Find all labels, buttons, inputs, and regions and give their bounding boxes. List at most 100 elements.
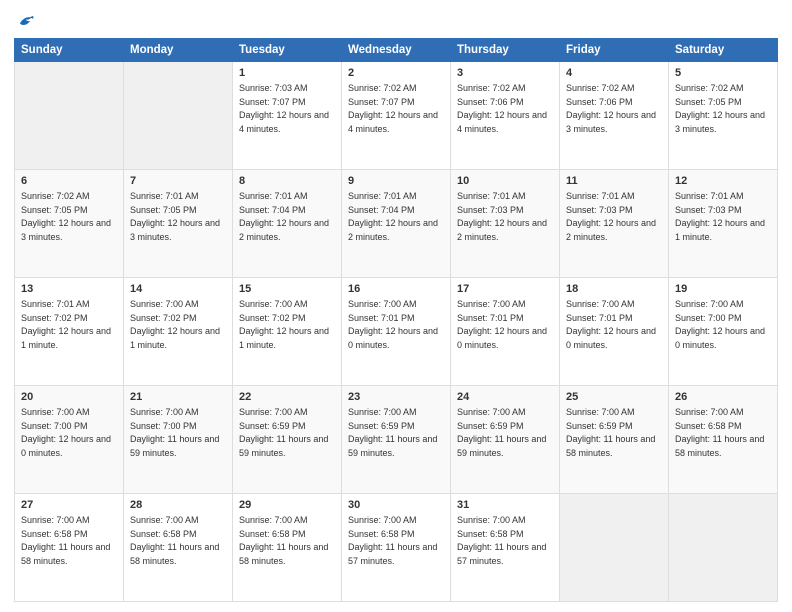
- day-info: Sunrise: 7:00 AMSunset: 6:59 PMDaylight:…: [239, 407, 328, 458]
- calendar-cell: 12 Sunrise: 7:01 AMSunset: 7:03 PMDayligh…: [669, 170, 778, 278]
- day-info: Sunrise: 7:00 AMSunset: 7:01 PMDaylight:…: [566, 299, 656, 350]
- day-number: 31: [457, 498, 553, 513]
- calendar-cell: 15Sunrise: 7:00 AMSunset: 7:02 PMDayligh…: [233, 278, 342, 386]
- calendar-cell: [560, 494, 669, 602]
- calendar-cell: 31 Sunrise: 7:00 AMSunset: 6:58 PMDayligh…: [451, 494, 560, 602]
- day-info: Sunrise: 7:00 AMSunset: 7:00 PMDaylight:…: [130, 407, 219, 458]
- day-info: Sunrise: 7:00 AMSunset: 6:59 PMDaylight:…: [348, 407, 437, 458]
- day-number: 8: [239, 174, 335, 189]
- day-info: Sunrise: 7:00 AMSunset: 7:02 PMDaylight:…: [130, 299, 220, 350]
- day-info: Sunrise: 7:01 AMSunset: 7:02 PMDaylight:…: [21, 299, 111, 350]
- header-friday: Friday: [560, 39, 669, 62]
- day-info: Sunrise: 7:01 AMSunset: 7:03 PMDaylight:…: [566, 191, 656, 242]
- day-number: 29: [239, 498, 335, 513]
- day-info: Sunrise: 7:02 AMSunset: 7:06 PMDaylight:…: [566, 83, 656, 134]
- calendar-cell: [669, 494, 778, 602]
- calendar-cell: 28 Sunrise: 7:00 AMSunset: 6:58 PMDayligh…: [124, 494, 233, 602]
- calendar-cell: 1Sunrise: 7:03 AMSunset: 7:07 PMDaylight…: [233, 62, 342, 170]
- calendar-week-row: 20 Sunrise: 7:00 AMSunset: 7:00 PMDayligh…: [15, 386, 778, 494]
- day-number: 9: [348, 174, 444, 189]
- page-header: [14, 10, 778, 32]
- day-info: Sunrise: 7:01 AMSunset: 7:04 PMDaylight:…: [239, 191, 329, 242]
- calendar-cell: 21 Sunrise: 7:00 AMSunset: 7:00 PMDayligh…: [124, 386, 233, 494]
- day-info: Sunrise: 7:00 AMSunset: 6:58 PMDaylight:…: [130, 515, 219, 566]
- day-number: 22: [239, 390, 335, 405]
- day-number: 18: [566, 282, 662, 297]
- day-number: 10: [457, 174, 553, 189]
- calendar-week-row: 1Sunrise: 7:03 AMSunset: 7:07 PMDaylight…: [15, 62, 778, 170]
- day-number: 24: [457, 390, 553, 405]
- calendar-cell: 19Sunrise: 7:00 AMSunset: 7:00 PMDayligh…: [669, 278, 778, 386]
- day-info: Sunrise: 7:01 AMSunset: 7:03 PMDaylight:…: [675, 191, 765, 242]
- calendar-cell: 13 Sunrise: 7:01 AMSunset: 7:02 PMDayligh…: [15, 278, 124, 386]
- calendar-cell: 7Sunrise: 7:01 AMSunset: 7:05 PMDaylight…: [124, 170, 233, 278]
- day-info: Sunrise: 7:02 AMSunset: 7:07 PMDaylight:…: [348, 83, 438, 134]
- day-number: 27: [21, 498, 117, 513]
- calendar-cell: [15, 62, 124, 170]
- day-info: Sunrise: 7:00 AMSunset: 6:59 PMDaylight:…: [566, 407, 655, 458]
- calendar-cell: 8 Sunrise: 7:01 AMSunset: 7:04 PMDaylight…: [233, 170, 342, 278]
- day-info: Sunrise: 7:00 AMSunset: 6:58 PMDaylight:…: [675, 407, 764, 458]
- calendar-cell: 25 Sunrise: 7:00 AMSunset: 6:59 PMDayligh…: [560, 386, 669, 494]
- day-number: 4: [566, 66, 662, 81]
- calendar-cell: 5 Sunrise: 7:02 AMSunset: 7:05 PMDaylight…: [669, 62, 778, 170]
- day-info: Sunrise: 7:02 AMSunset: 7:05 PMDaylight:…: [675, 83, 765, 134]
- calendar-cell: 24Sunrise: 7:00 AMSunset: 6:59 PMDayligh…: [451, 386, 560, 494]
- calendar-cell: 6 Sunrise: 7:02 AMSunset: 7:05 PMDaylight…: [15, 170, 124, 278]
- day-number: 5: [675, 66, 771, 81]
- day-number: 6: [21, 174, 117, 189]
- calendar-header-row: Sunday Monday Tuesday Wednesday Thursday…: [15, 39, 778, 62]
- header-monday: Monday: [124, 39, 233, 62]
- calendar-cell: 29 Sunrise: 7:00 AMSunset: 6:58 PMDayligh…: [233, 494, 342, 602]
- day-info: Sunrise: 7:01 AMSunset: 7:04 PMDaylight:…: [348, 191, 438, 242]
- calendar-cell: 23 Sunrise: 7:00 AMSunset: 6:59 PMDayligh…: [342, 386, 451, 494]
- day-info: Sunrise: 7:00 AMSunset: 6:58 PMDaylight:…: [348, 515, 437, 566]
- calendar-cell: 20 Sunrise: 7:00 AMSunset: 7:00 PMDayligh…: [15, 386, 124, 494]
- day-number: 23: [348, 390, 444, 405]
- calendar-week-row: 27 Sunrise: 7:00 AMSunset: 6:58 PMDayligh…: [15, 494, 778, 602]
- day-info: Sunrise: 7:02 AMSunset: 7:05 PMDaylight:…: [21, 191, 111, 242]
- day-info: Sunrise: 7:00 AMSunset: 6:58 PMDaylight:…: [239, 515, 328, 566]
- day-info: Sunrise: 7:00 AMSunset: 6:58 PMDaylight:…: [457, 515, 546, 566]
- day-info: Sunrise: 7:00 AMSunset: 7:00 PMDaylight:…: [21, 407, 111, 458]
- calendar-week-row: 6 Sunrise: 7:02 AMSunset: 7:05 PMDaylight…: [15, 170, 778, 278]
- day-number: 20: [21, 390, 117, 405]
- header-saturday: Saturday: [669, 39, 778, 62]
- day-number: 13: [21, 282, 117, 297]
- calendar-cell: 16 Sunrise: 7:00 AMSunset: 7:01 PMDayligh…: [342, 278, 451, 386]
- day-info: Sunrise: 7:01 AMSunset: 7:03 PMDaylight:…: [457, 191, 547, 242]
- day-number: 21: [130, 390, 226, 405]
- day-number: 28: [130, 498, 226, 513]
- calendar-cell: 3Sunrise: 7:02 AMSunset: 7:06 PMDaylight…: [451, 62, 560, 170]
- calendar-cell: 2 Sunrise: 7:02 AMSunset: 7:07 PMDaylight…: [342, 62, 451, 170]
- calendar-cell: [124, 62, 233, 170]
- day-info: Sunrise: 7:00 AMSunset: 7:01 PMDaylight:…: [457, 299, 547, 350]
- day-number: 17: [457, 282, 553, 297]
- calendar-cell: 27 Sunrise: 7:00 AMSunset: 6:58 PMDayligh…: [15, 494, 124, 602]
- calendar-cell: 26 Sunrise: 7:00 AMSunset: 6:58 PMDayligh…: [669, 386, 778, 494]
- calendar-cell: 11 Sunrise: 7:01 AMSunset: 7:03 PMDayligh…: [560, 170, 669, 278]
- calendar-week-row: 13 Sunrise: 7:01 AMSunset: 7:02 PMDayligh…: [15, 278, 778, 386]
- day-number: 26: [675, 390, 771, 405]
- day-number: 12: [675, 174, 771, 189]
- day-info: Sunrise: 7:00 AMSunset: 7:00 PMDaylight:…: [675, 299, 765, 350]
- day-number: 25: [566, 390, 662, 405]
- day-number: 7: [130, 174, 226, 189]
- day-number: 16: [348, 282, 444, 297]
- calendar-cell: 30 Sunrise: 7:00 AMSunset: 6:58 PMDayligh…: [342, 494, 451, 602]
- day-info: Sunrise: 7:00 AMSunset: 6:58 PMDaylight:…: [21, 515, 110, 566]
- day-number: 2: [348, 66, 444, 81]
- calendar-body: 1Sunrise: 7:03 AMSunset: 7:07 PMDaylight…: [15, 62, 778, 602]
- calendar-cell: 17 Sunrise: 7:00 AMSunset: 7:01 PMDayligh…: [451, 278, 560, 386]
- day-info: Sunrise: 7:00 AMSunset: 7:02 PMDaylight:…: [239, 299, 329, 350]
- header-thursday: Thursday: [451, 39, 560, 62]
- calendar-cell: 14Sunrise: 7:00 AMSunset: 7:02 PMDayligh…: [124, 278, 233, 386]
- day-number: 11: [566, 174, 662, 189]
- day-info: Sunrise: 7:00 AMSunset: 7:01 PMDaylight:…: [348, 299, 438, 350]
- day-info: Sunrise: 7:03 AMSunset: 7:07 PMDaylight:…: [239, 83, 329, 134]
- day-number: 30: [348, 498, 444, 513]
- calendar-cell: 22 Sunrise: 7:00 AMSunset: 6:59 PMDayligh…: [233, 386, 342, 494]
- logo-bird-icon: [14, 10, 36, 32]
- calendar-cell: 10 Sunrise: 7:01 AMSunset: 7:03 PMDayligh…: [451, 170, 560, 278]
- calendar-table: Sunday Monday Tuesday Wednesday Thursday…: [14, 38, 778, 602]
